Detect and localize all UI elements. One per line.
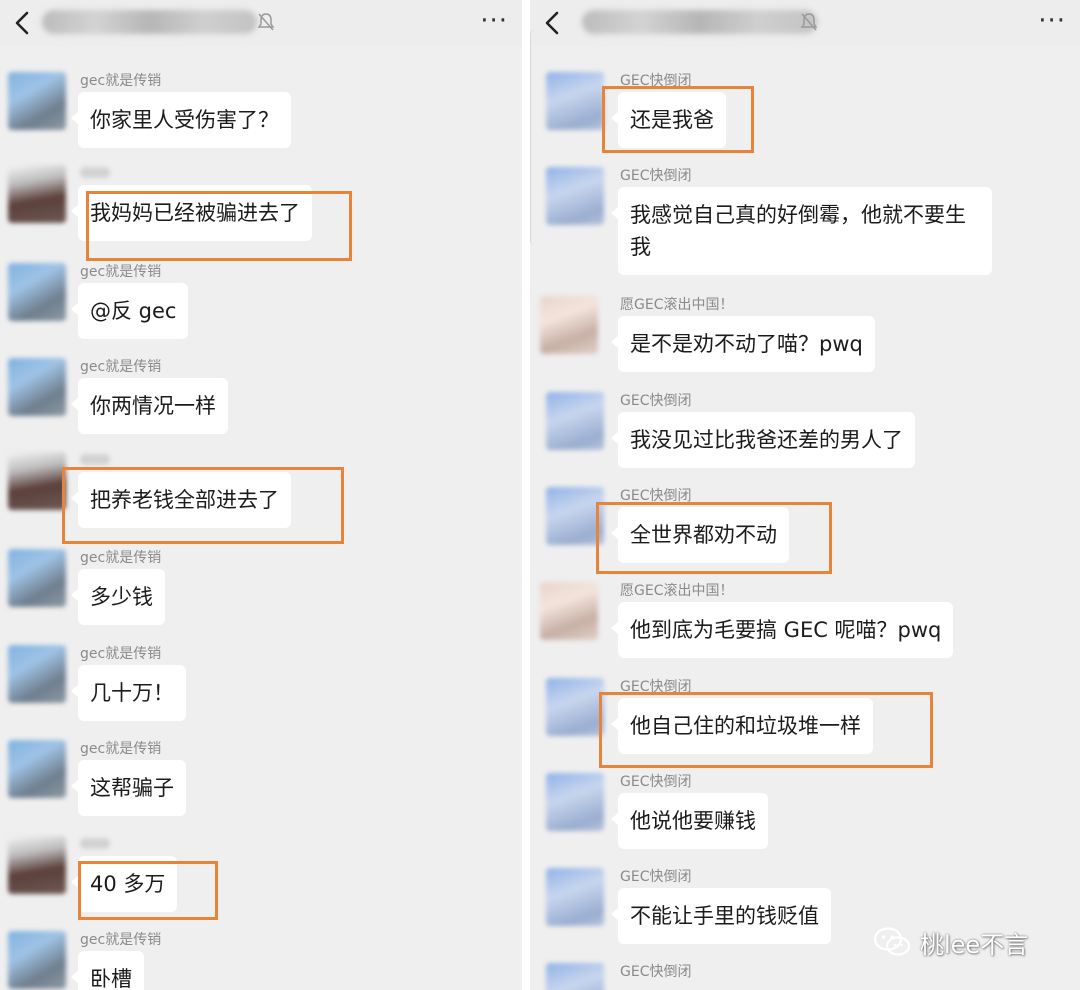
wechat-icon [873,927,911,956]
sender-name: GEC快倒闭 [620,393,692,409]
message-bubble[interactable]: 把养老钱全部进去了 [71,472,291,528]
message-bubble[interactable]: 我感觉自己真的好倒霉，他就不要生我 [611,187,992,275]
message-bubble[interactable]: 你家里人受伤害了？ [71,92,291,148]
message-bubble[interactable]: 40 多万 [70,856,178,912]
message-bubble[interactable]: 我妈妈已经被骗进去了 [71,185,312,241]
sender-name: GEC快倒闭 [620,869,692,885]
avatar[interactable] [546,963,604,990]
message-bubble[interactable]: 全世界都劝不动 [611,507,789,563]
sender-name: GEC快倒闭 [620,73,692,89]
sender-name: GEC快倒闭 [620,488,692,504]
avatar[interactable] [8,836,66,894]
chat-title-blurred [582,10,817,34]
sender-name-blurred [80,167,110,178]
sender-name: gec就是传销 [80,646,162,662]
sender-name: GEC快倒闭 [620,964,692,980]
avatar[interactable] [546,773,604,831]
avatar[interactable] [8,931,66,989]
message-bubble[interactable]: 不能让手里的钱贬值 [611,888,831,944]
avatar[interactable] [546,487,604,545]
avatar[interactable] [8,549,66,607]
chat-title-blurred [42,10,257,34]
more-icon[interactable]: ··· [480,6,508,36]
avatar[interactable] [8,740,66,798]
avatar[interactable] [540,582,598,640]
avatar[interactable] [546,678,604,736]
message-bubble[interactable]: 是不是劝不动了喵？pwq [611,316,875,372]
sender-name: gec就是传销 [80,932,162,948]
sender-name: gec就是传销 [80,550,162,566]
sender-name: GEC快倒闭 [620,168,692,184]
message-bubble[interactable]: 他自己住的和垃圾堆一样 [611,698,873,754]
scrollbar[interactable] [530,30,539,245]
avatar[interactable] [546,167,604,225]
mute-icon [800,13,818,31]
message-bubble[interactable]: 他到底为毛要搞 GEC 呢喵？pwq [610,602,954,658]
chat-panel-left: ··· gec就是传销 你家里人受伤害了？ 我妈妈已经被骗进去了 gec就是传销… [0,0,522,990]
avatar[interactable] [8,645,66,703]
sender-name: gec就是传销 [80,741,162,757]
chat-panel-right: ··· GEC快倒闭 还是我爸 GEC快倒闭 我感觉自己真的好倒霉，他就不要生我… [530,0,1080,990]
message-bubble[interactable]: 这帮骗子 [71,760,186,816]
sender-name: 愿GEC滚出中国！ [620,583,734,599]
message-bubble[interactable]: 卧槽 [71,951,144,990]
message-bubble[interactable]: 还是我爸 [611,92,726,148]
chat-header: ··· [530,0,1080,46]
sender-name-blurred [80,454,110,465]
sender-name: GEC快倒闭 [620,774,692,790]
sender-name-blurred [80,838,110,849]
message-bubble[interactable]: 多少钱 [71,569,165,625]
sender-name: GEC快倒闭 [620,679,692,695]
back-icon[interactable] [542,10,562,36]
sender-name: 愿GEC滚出中国！ [620,297,734,313]
sender-name: gec就是传销 [80,73,162,89]
back-icon[interactable] [12,10,32,36]
sender-name: gec就是传销 [80,359,162,375]
watermark: 桃lee不言 [872,918,1028,966]
avatar[interactable] [8,72,66,130]
avatar[interactable] [8,165,66,223]
avatar[interactable] [546,72,604,130]
chat-header: ··· [0,0,522,46]
message-bubble[interactable]: 我没见过比我爸还差的男人了 [611,412,915,468]
message-bubble[interactable]: @反 gec [70,283,189,339]
message-bubble[interactable]: 几十万！ [71,665,186,721]
message-bubble[interactable]: 你两情况一样 [71,378,228,434]
watermark-text: 桃lee不言 [920,930,1029,959]
avatar[interactable] [8,452,66,510]
message-bubble[interactable]: 他说他要赚钱 [611,793,768,849]
avatar[interactable] [8,263,66,321]
mute-icon [257,13,275,31]
avatar[interactable] [8,358,66,416]
more-icon[interactable]: ··· [1038,6,1066,36]
avatar[interactable] [546,868,604,926]
avatar[interactable] [540,296,598,354]
avatar[interactable] [546,392,604,450]
sender-name: gec就是传销 [80,264,162,280]
